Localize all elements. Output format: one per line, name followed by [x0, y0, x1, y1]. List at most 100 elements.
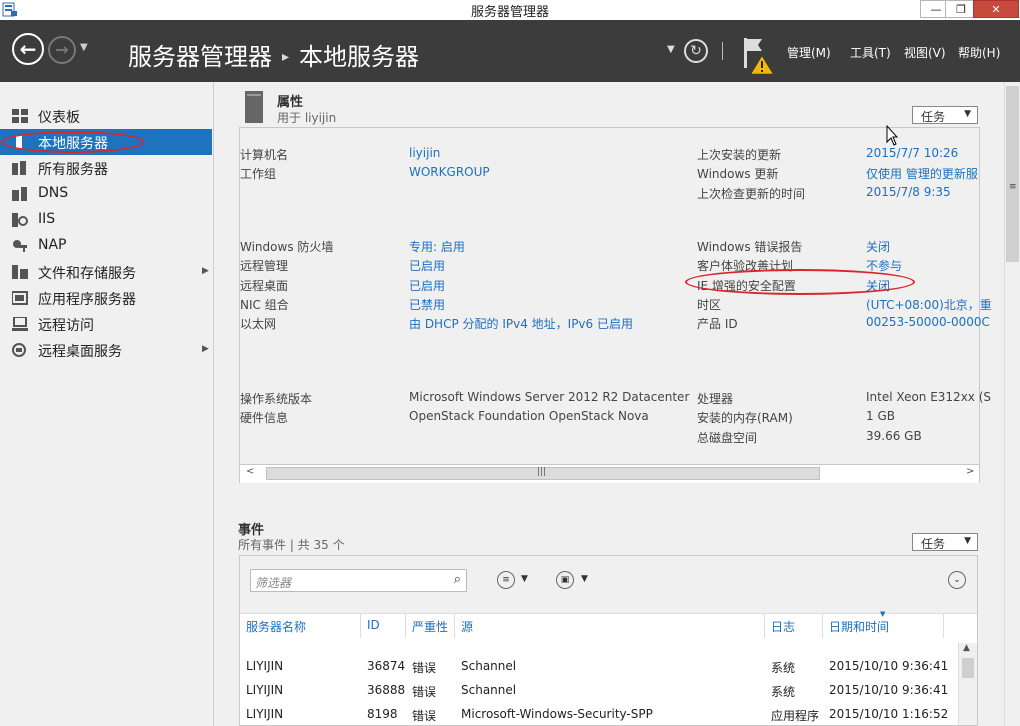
history-dropdown-icon[interactable]: ▼	[80, 42, 88, 53]
scrollbar-thumb[interactable]: |||	[266, 467, 820, 480]
scroll-up-icon[interactable]: ▲	[963, 643, 970, 653]
iis-icon	[12, 213, 28, 227]
prop-value-timezone[interactable]: (UTC+08:00)北京，重	[866, 296, 992, 313]
prop-value-error-reporting[interactable]: 关闭	[866, 238, 890, 255]
forward-button[interactable]: →	[48, 36, 76, 64]
properties-panel: 计算机名 liyijin 工作组 WORKGROUP Windows 防火墙 专…	[239, 127, 992, 483]
column-header-severity[interactable]: 严重性	[412, 618, 448, 635]
chevron-down-icon[interactable]: ▼	[581, 574, 588, 584]
refresh-button[interactable]: ↻	[684, 39, 708, 63]
cell-server: LIYIJIN	[246, 707, 284, 721]
cell-datetime: 2015/10/10 1:16:52	[829, 707, 949, 721]
prop-value-computer-name[interactable]: liyijin	[409, 146, 440, 160]
expand-arrow-icon[interactable]: ▶	[202, 266, 209, 276]
events-subtitle: 所有事件 | 共 35 个	[238, 538, 345, 552]
save-icon: ▣	[560, 575, 570, 585]
sidebar-item-file-storage[interactable]: 文件和存储服务 ▶	[0, 259, 212, 285]
sidebar-item-remote-access[interactable]: 远程访问	[0, 311, 212, 337]
filter-input[interactable]: 筛选器 ⌕	[250, 569, 467, 592]
prop-value-ethernet[interactable]: 由 DHCP 分配的 IPv4 地址，IPv6 已启用	[409, 315, 633, 332]
scroll-left-icon[interactable]: <	[246, 466, 254, 477]
sidebar-item-dashboard[interactable]: 仪表板	[0, 103, 212, 129]
save-query-button[interactable]: ▣	[556, 571, 574, 589]
nap-icon	[13, 240, 27, 252]
menu-view[interactable]: 视图(V)	[904, 44, 946, 61]
prop-label: 总磁盘空间	[697, 431, 758, 445]
properties-tasks-button[interactable]: 任务 ▼	[912, 106, 978, 124]
expand-arrow-icon[interactable]: ▶	[202, 344, 209, 354]
events-vertical-scrollbar[interactable]: ▲	[958, 643, 977, 725]
prop-value-workgroup[interactable]: WORKGROUP	[409, 165, 490, 179]
prop-value-remote-management[interactable]: 已启用	[409, 257, 445, 274]
cell-source: Schannel	[461, 659, 517, 673]
column-header-server-name[interactable]: 服务器名称	[246, 618, 306, 635]
sidebar-item-app-server[interactable]: 应用程序服务器	[0, 285, 212, 311]
chevron-down-icon[interactable]: ▼	[521, 574, 528, 584]
column-header-source[interactable]: 源	[461, 618, 473, 635]
menu-help[interactable]: 帮助(H)	[958, 44, 1000, 61]
prop-value-ceip[interactable]: 不参与	[866, 257, 902, 274]
events-tasks-button[interactable]: 任务 ▼	[912, 533, 978, 551]
list-options-button[interactable]: ≡	[497, 571, 515, 589]
sidebar-item-label: 远程桌面服务	[38, 344, 122, 360]
menu-tools[interactable]: 工具(T)	[850, 44, 891, 61]
prop-label: Windows 更新	[697, 167, 779, 181]
sidebar-item-all-servers[interactable]: 所有服务器	[0, 155, 212, 181]
prop-value-nic-teaming[interactable]: 已禁用	[409, 296, 445, 313]
sidebar-item-nap[interactable]: NAP	[0, 233, 212, 259]
breadcrumb-current: 本地服务器	[299, 43, 420, 71]
sidebar-item-label: 本地服务器	[38, 136, 108, 152]
prop-value-product-id[interactable]: 00253-50000-0000C	[866, 315, 990, 329]
scroll-right-icon[interactable]: >	[966, 466, 974, 477]
sidebar-item-remote-desktop[interactable]: 远程桌面服务 ▶	[0, 337, 212, 363]
prop-label: 上次安装的更新	[697, 148, 782, 162]
sidebar: 仪表板 本地服务器 所有服务器 DNS IIS NAP 文件和存储服务 ▶ 应用…	[0, 82, 214, 726]
scrollbar-thumb[interactable]	[962, 658, 974, 678]
horizontal-scrollbar[interactable]: < ||| >	[240, 464, 979, 483]
prop-value-firewall[interactable]: 专用: 启用	[409, 238, 465, 255]
scrollbar-thumb[interactable]: ≡	[1006, 86, 1019, 262]
refresh-dropdown-icon[interactable]: ▼	[667, 44, 675, 55]
expand-button[interactable]: ⌄	[948, 571, 966, 589]
sidebar-item-dns[interactable]: DNS	[0, 181, 212, 207]
prop-value-last-update[interactable]: 2015/7/7 10:26	[866, 146, 958, 160]
prop-label: 处理器	[697, 392, 734, 406]
prop-label: 计算机名	[240, 148, 289, 162]
prop-value-ie-esc[interactable]: 关闭	[866, 277, 890, 294]
grip-icon: ≡	[1009, 182, 1017, 192]
close-button[interactable]: ✕	[973, 0, 1019, 18]
prop-value-last-check[interactable]: 2015/7/8 9:35	[866, 185, 951, 199]
list-icon: ≡	[502, 575, 510, 585]
sidebar-item-label: IIS	[38, 211, 56, 227]
column-divider	[943, 614, 944, 638]
window-title: 服务器管理器	[470, 5, 549, 20]
cell-id: 8198	[367, 707, 398, 721]
prop-label: 客户体验改善计划	[697, 259, 794, 273]
search-icon[interactable]: ⌕	[454, 572, 461, 587]
notifications-flag-icon[interactable]	[742, 34, 776, 74]
prop-label: IE 增强的安全配置	[697, 279, 796, 293]
prop-label: 操作系统版本	[240, 392, 313, 406]
column-header-id[interactable]: ID	[367, 618, 380, 632]
sidebar-item-local-server[interactable]: 本地服务器	[0, 129, 212, 155]
sidebar-item-iis[interactable]: IIS	[0, 207, 212, 233]
column-header-datetime[interactable]: 日期和时间	[829, 618, 889, 635]
menu-manage[interactable]: 管理(M)	[787, 44, 831, 61]
tasks-label: 任务	[921, 537, 946, 551]
sidebar-item-label: 远程访问	[38, 318, 94, 334]
column-header-log[interactable]: 日志	[771, 618, 795, 635]
prop-label: 硬件信息	[240, 411, 289, 425]
cell-source: Schannel	[461, 683, 517, 697]
main-vertical-scrollbar[interactable]: ≡	[1004, 82, 1020, 726]
prop-value-os-version: Microsoft Windows Server 2012 R2 Datacen…	[409, 390, 690, 404]
grip-icon: |||	[537, 467, 547, 477]
sidebar-item-label: 应用程序服务器	[38, 292, 136, 308]
prop-value-remote-desktop[interactable]: 已启用	[409, 277, 445, 294]
column-divider	[454, 614, 455, 638]
prop-label: 时区	[697, 298, 722, 312]
breadcrumb-root[interactable]: 服务器管理器	[128, 43, 272, 71]
cell-severity: 错误	[412, 709, 437, 723]
column-divider	[405, 614, 406, 638]
prop-value-windows-update[interactable]: 仅使用 管理的更新服	[866, 165, 978, 182]
back-button[interactable]: ←	[12, 33, 44, 65]
